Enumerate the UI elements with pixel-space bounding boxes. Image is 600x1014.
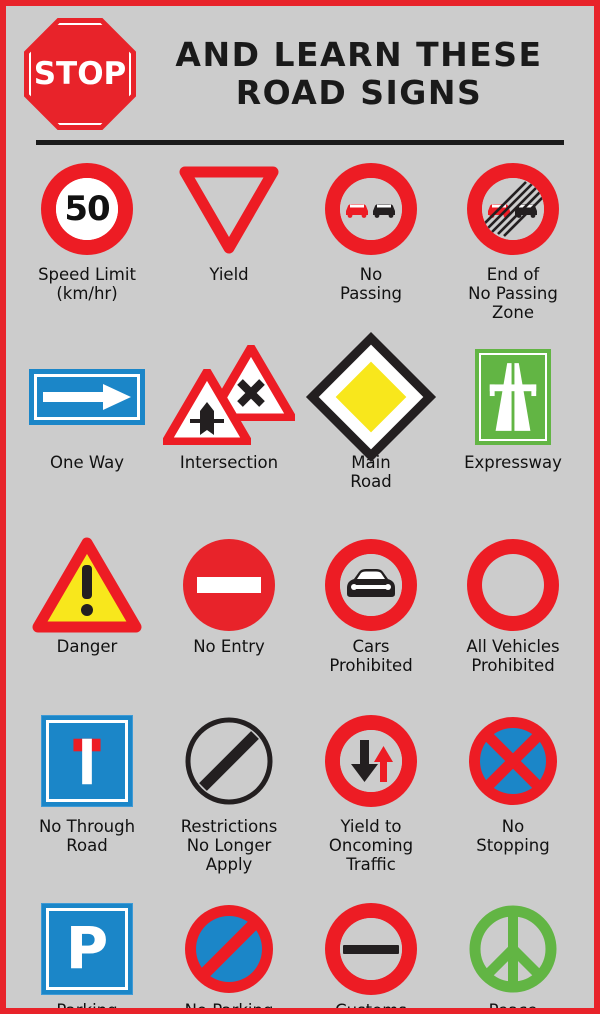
no-entry-circle-icon: [183, 539, 275, 631]
main-road-sign: [300, 331, 442, 463]
sign-cell-speed-limit[interactable]: 50 Speed Limit (km/hr): [16, 157, 158, 333]
sign-cell-no-parking[interactable]: No Parking: [158, 901, 300, 1014]
sign-cell-danger[interactable]: Danger: [16, 537, 158, 697]
end-of-no-passing-zone-sign: [442, 157, 584, 261]
cars-prohibited-sign: [300, 537, 442, 633]
no-passing-sign: [300, 157, 442, 261]
no-entry-bar: [197, 577, 261, 593]
right-arrow-icon: [43, 384, 131, 410]
sign-label: No Parking: [184, 1001, 274, 1014]
sign-cell-no-passing[interactable]: No Passing: [300, 157, 442, 333]
stop-sign-icon: STOP: [24, 18, 136, 130]
car-front-icon: [347, 569, 395, 597]
customs-sign: [300, 901, 442, 997]
sign-label: All Vehicles Prohibited: [466, 637, 560, 675]
yield-sign: [158, 157, 300, 261]
no-parking-sign: [158, 901, 300, 997]
sign-cell-yield-oncoming[interactable]: Yield to Oncoming Traffic: [300, 709, 442, 889]
sign-label: Yield to Oncoming Traffic: [328, 817, 414, 874]
yield-triangle-icon: [179, 166, 279, 254]
customs-bar-icon: [343, 944, 399, 954]
no-stopping-icon: [469, 717, 557, 805]
sign-row-5: P Parking No Parking Customs Peace: [6, 889, 594, 1014]
sign-label: Cars Prohibited: [329, 637, 413, 675]
motorway-icon: [489, 363, 537, 431]
sign-label: Restrictions No Longer Apply: [180, 817, 278, 874]
restrictions-no-longer-apply-sign: [158, 709, 300, 813]
sign-label: No Passing: [339, 265, 403, 303]
no-stopping-sign: [442, 709, 584, 813]
speed-limit-sign: 50: [16, 157, 158, 261]
sign-cell-main-road[interactable]: Main Road: [300, 331, 442, 525]
sign-label: One Way: [50, 453, 124, 472]
sign-label: Expressway: [464, 453, 562, 472]
peace-sign: [442, 901, 584, 997]
sign-label: Intersection: [179, 453, 279, 472]
intersection-sign: [158, 345, 300, 449]
sign-cell-yield[interactable]: Yield: [158, 157, 300, 333]
no-entry-sign: [158, 537, 300, 633]
peace-symbol-icon: [469, 905, 557, 993]
sign-label: Speed Limit (km/hr): [38, 265, 136, 303]
opposing-arrows-icon: [351, 740, 393, 782]
sign-label: Danger: [56, 637, 118, 656]
main-road-diamond-icon: [305, 331, 437, 463]
dead-end-t-icon: [73, 738, 101, 785]
sign-cell-intersection[interactable]: Intersection: [158, 345, 300, 525]
sign-label: No Stopping: [476, 817, 550, 855]
expressway-sign: [442, 345, 584, 449]
warning-triangle-icon: [32, 537, 142, 633]
sign-label: Customs: [335, 1001, 407, 1014]
stop-sign-label: STOP: [33, 56, 127, 92]
sign-cell-end-no-passing[interactable]: End of No Passing Zone: [442, 157, 584, 333]
sign-row-3: Danger No Entry Cars Prohibited All Vehi…: [6, 525, 594, 697]
sign-row-2: One Way Intersection Main Road Expresswa…: [6, 331, 594, 525]
sign-label: No Through Road: [38, 817, 136, 855]
sign-label: Yield: [209, 265, 249, 284]
parking-sign: P: [16, 901, 158, 997]
poster-header: STOP AND LEARN THESE ROAD SIGNS: [6, 6, 594, 132]
sign-cell-parking[interactable]: P Parking: [16, 901, 158, 1014]
sign-cell-customs[interactable]: Customs: [300, 901, 442, 1014]
end-of-restrictions-icon: [185, 717, 273, 805]
title-line-1: AND LEARN THESE: [175, 34, 543, 74]
sign-row-4: No Through Road Restrictions No Longer A…: [6, 697, 594, 889]
no-through-road-sign: [16, 709, 158, 813]
parking-letter: P: [65, 914, 109, 983]
sign-cell-expressway[interactable]: Expressway: [442, 345, 584, 525]
sign-cell-peace[interactable]: Peace: [442, 901, 584, 1014]
end-no-passing-icon: [482, 181, 544, 237]
sign-cell-all-vehicles-prohibited[interactable]: All Vehicles Prohibited: [442, 537, 584, 697]
danger-sign: [16, 537, 158, 633]
speed-limit-value: 50: [64, 189, 110, 229]
sign-label: End of No Passing Zone: [468, 265, 558, 322]
title-line-2: ROAD SIGNS: [235, 73, 483, 112]
sign-cell-no-through-road[interactable]: No Through Road: [16, 709, 158, 889]
two-cars-icon: [346, 204, 395, 218]
priority-intersection-triangle-icon: [163, 369, 251, 445]
all-vehicles-prohibited-sign: [442, 537, 584, 633]
sign-label: No Entry: [193, 637, 265, 656]
sign-cell-cars-prohibited[interactable]: Cars Prohibited: [300, 537, 442, 697]
no-parking-icon: [185, 905, 273, 993]
road-signs-poster: STOP AND LEARN THESE ROAD SIGNS 50 Speed…: [0, 0, 600, 1014]
sign-label: Peace: [488, 1001, 538, 1014]
yield-to-oncoming-traffic-sign: [300, 709, 442, 813]
sign-row-1: 50 Speed Limit (km/hr) Yield No Passing …: [6, 145, 594, 333]
one-way-sign: [16, 345, 158, 449]
sign-label: Parking: [56, 1001, 118, 1014]
sign-cell-no-entry[interactable]: No Entry: [158, 537, 300, 697]
sign-cell-no-stopping[interactable]: No Stopping: [442, 709, 584, 889]
sign-cell-restrictions-end[interactable]: Restrictions No Longer Apply: [158, 709, 300, 889]
sign-cell-one-way[interactable]: One Way: [16, 345, 158, 525]
empty-red-ring-icon: [467, 539, 559, 631]
page-title: AND LEARN THESE ROAD SIGNS: [136, 34, 576, 113]
